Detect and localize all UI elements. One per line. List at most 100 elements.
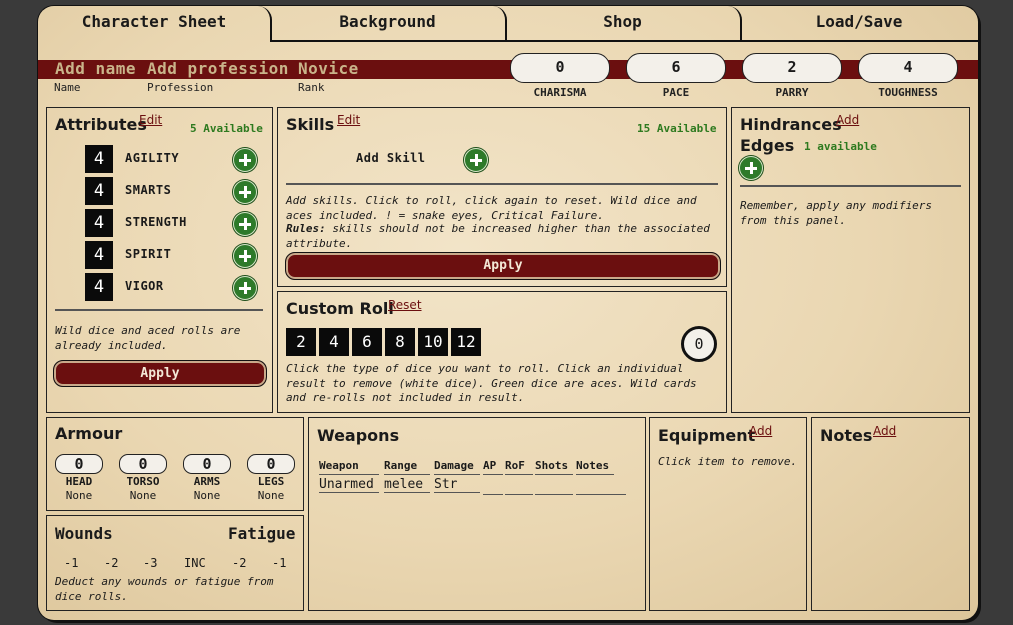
roll-result: 0 (681, 326, 717, 362)
equipment-panel (649, 417, 807, 611)
agility-die[interactable]: 4 (85, 145, 113, 173)
wound-level-3[interactable]: -3 (143, 556, 157, 570)
wounds-title: Wounds (55, 524, 113, 543)
weapons-header-shots: Shots (535, 459, 573, 475)
custom-roll-title: Custom Roll (286, 299, 394, 318)
charisma-label: CHARISMA (533, 86, 587, 99)
toughness-value: 4 (858, 53, 958, 83)
skills-apply-button[interactable]: Apply (285, 252, 721, 280)
attributes-note: Wild dice and aced rolls are already inc… (55, 324, 241, 352)
head-armour-item: None (65, 489, 93, 502)
d12-button[interactable]: 12 (451, 328, 481, 356)
add-skill-label: Add Skill (356, 151, 426, 165)
tab-background[interactable]: Background (270, 6, 507, 42)
agility-add-icon[interactable] (233, 148, 257, 172)
notes-add-link[interactable]: Add (873, 424, 896, 438)
hindrances-add-link[interactable]: Add (836, 113, 859, 127)
spirit-die[interactable]: 4 (85, 241, 113, 269)
fatigue-level-2[interactable]: -2 (232, 556, 246, 570)
weapon-row-ap (483, 477, 503, 495)
skills-edit-link[interactable]: Edit (337, 113, 360, 127)
vigor-die[interactable]: 4 (85, 273, 113, 301)
custom-roll-note: Click the type of dice you want to roll.… (286, 362, 697, 404)
add-skill-icon[interactable] (464, 148, 488, 172)
charisma-value: 0 (510, 53, 610, 83)
profession-label: Profession (147, 81, 214, 94)
weapons-header-notes: Notes (576, 459, 614, 475)
torso-armour-label: TORSO (126, 475, 160, 488)
armour-title: Armour (55, 424, 123, 443)
fatigue-level-1[interactable]: -1 (272, 556, 286, 570)
edges-note: Remember, apply any modifiers from this … (740, 199, 933, 227)
equipment-title: Equipment (658, 426, 756, 445)
edges-title: Edges (740, 136, 795, 155)
attributes-available: 5 Available (190, 122, 263, 135)
tab-shop[interactable]: Shop (505, 6, 742, 42)
weapons-header-damage: Damage (434, 459, 480, 475)
weapons-header-range: Range (384, 459, 430, 475)
attributes-divider (55, 309, 263, 311)
arms-armour-label: ARMS (193, 475, 221, 488)
skills-rules: Rules: skills should not be increased hi… (286, 222, 718, 251)
wound-level-2[interactable]: -2 (104, 556, 118, 570)
profession-input[interactable]: Add profession (147, 59, 289, 78)
attributes-edit-link[interactable]: Edit (139, 113, 162, 127)
strength-die[interactable]: 4 (85, 209, 113, 237)
torso-armour-value: 0 (119, 454, 167, 474)
smarts-die[interactable]: 4 (85, 177, 113, 205)
wound-level-1[interactable]: -1 (64, 556, 78, 570)
d6-button[interactable]: 6 (352, 328, 382, 356)
weapon-row-damage: Str (434, 477, 480, 493)
wounds-note: Deduct any wounds or fatigue from dice r… (55, 575, 274, 603)
name-label: Name (54, 81, 81, 94)
rank-label: Rank (298, 81, 325, 94)
rank-value[interactable]: Novice (298, 59, 359, 78)
weapon-row-rof (505, 477, 533, 495)
d2-button[interactable]: 2 (286, 328, 316, 356)
attributes-apply-button[interactable]: Apply (53, 360, 267, 387)
legs-armour-item: None (257, 489, 285, 502)
pace-label: PACE (662, 86, 690, 99)
strength-add-icon[interactable] (233, 212, 257, 236)
tab-load-save[interactable]: Load/Save (740, 6, 978, 42)
wound-level-incapacitated[interactable]: INC (184, 556, 206, 570)
parry-label: PARRY (775, 86, 809, 99)
vigor-add-icon[interactable] (233, 276, 257, 300)
smarts-label: SMARTS (125, 183, 172, 197)
weapon-row-name[interactable]: Unarmed (319, 477, 379, 493)
hindrances-title: Hindrances (740, 115, 842, 134)
edges-divider (740, 185, 961, 187)
parry-value: 2 (742, 53, 842, 83)
notes-panel (811, 417, 970, 611)
agility-label: AGILITY (125, 151, 180, 165)
spirit-label: SPIRIT (125, 247, 172, 261)
name-input[interactable]: Add name (55, 59, 136, 78)
skills-rules-label: Rules: (286, 222, 326, 235)
weapons-title: Weapons (317, 426, 400, 445)
d4-button[interactable]: 4 (319, 328, 349, 356)
skills-note: Add skills. Click to roll, click again t… (286, 194, 697, 222)
tab-character-sheet[interactable]: Character Sheet (38, 6, 272, 40)
vigor-label: VIGOR (125, 279, 164, 293)
d10-button[interactable]: 10 (418, 328, 448, 356)
head-armour-label: HEAD (65, 475, 93, 488)
skills-title: Skills (286, 115, 335, 134)
d8-button[interactable]: 8 (385, 328, 415, 356)
smarts-add-icon[interactable] (233, 180, 257, 204)
arms-armour-value: 0 (183, 454, 231, 474)
weapons-header-weapon: Weapon (319, 459, 379, 475)
skills-divider (286, 183, 718, 185)
pace-value: 6 (626, 53, 726, 83)
head-armour-value: 0 (55, 454, 103, 474)
spirit-add-icon[interactable] (233, 244, 257, 268)
weapon-row-range: melee (384, 477, 430, 493)
equipment-add-link[interactable]: Add (749, 424, 772, 438)
weapons-header-ap: AP (483, 459, 503, 475)
equipment-note: Click item to remove. (658, 455, 798, 468)
torso-armour-item: None (129, 489, 157, 502)
weapons-panel (308, 417, 646, 611)
notes-title: Notes (820, 426, 873, 445)
custom-roll-reset-link[interactable]: Reset (388, 298, 422, 312)
strength-label: STRENGTH (125, 215, 187, 229)
add-edge-icon[interactable] (739, 156, 763, 180)
